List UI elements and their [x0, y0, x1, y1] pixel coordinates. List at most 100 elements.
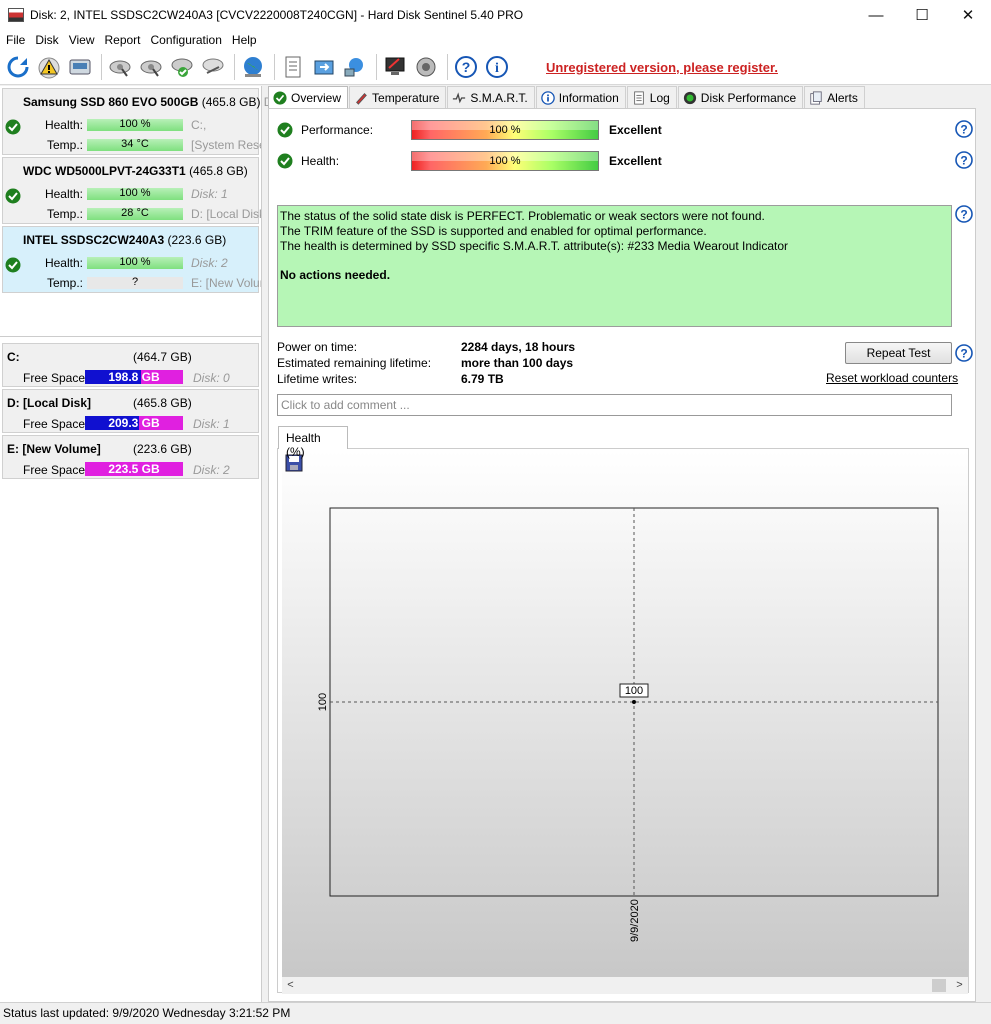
health-label: Health:	[44, 256, 83, 270]
health-bar: 100 %	[87, 187, 183, 200]
chart-tab-health[interactable]: Health (%)	[278, 426, 348, 459]
svg-text:?: ?	[462, 59, 471, 75]
performance-bar: 100 %	[411, 120, 599, 140]
svg-text:i: i	[495, 61, 499, 76]
tab-label: Disk Performance	[700, 90, 797, 105]
disk-name: INTEL SSDSC2CW240A3	[23, 233, 165, 247]
toolbar-separator	[274, 54, 275, 80]
tab-information[interactable]: Information	[535, 86, 626, 108]
about-icon[interactable]: i	[483, 53, 511, 81]
help-icon[interactable]: ?	[955, 120, 973, 138]
report-icon[interactable]	[279, 53, 307, 81]
reset-workload-link[interactable]: Reset workload counters	[826, 371, 958, 385]
disk-entry-2[interactable]: INTEL SSDSC2CW240A3 (223.6 GB) Health: 1…	[2, 226, 261, 293]
x-tick-label: 9/9/2020	[629, 899, 641, 942]
status-bar: Status last updated: 9/9/2020 Wednesday …	[0, 1002, 991, 1024]
send-report-icon[interactable]	[310, 53, 338, 81]
temp-bar: 34 °C	[87, 138, 183, 151]
disk-number: Disk: 2	[191, 256, 228, 270]
help-icon[interactable]: ?	[955, 344, 973, 362]
warning-disk-icon[interactable]	[35, 53, 63, 81]
tab-smart[interactable]: S.M.A.R.T.	[447, 86, 535, 108]
close-button[interactable]: ✕	[945, 0, 991, 30]
tab-label: S.M.A.R.T.	[470, 90, 528, 105]
help-icon[interactable]: ?	[955, 205, 973, 223]
health-label: Health:	[301, 154, 340, 168]
repeat-test-button[interactable]: Repeat Test	[845, 342, 952, 364]
tab-alerts[interactable]: Alerts	[804, 86, 865, 108]
tab-disk-performance[interactable]: Disk Performance	[677, 86, 804, 108]
maximize-button[interactable]: ☐	[899, 0, 945, 30]
surface-test-icon[interactable]	[137, 53, 165, 81]
performance-rating: Excellent	[609, 123, 662, 137]
window-edge	[978, 86, 991, 1024]
comment-input[interactable]: Click to add comment ...	[277, 394, 952, 416]
window-title: Disk: 2, INTEL SSDSC2CW240A3 [CVCV222000…	[30, 8, 524, 22]
power-on-label: Power on time:	[277, 340, 358, 354]
tab-bar: Overview Temperature S.M.A.R.T. Informat…	[268, 86, 866, 109]
tab-label: Log	[649, 90, 670, 105]
globe-icon[interactable]	[239, 53, 267, 81]
tab-temperature[interactable]: Temperature	[349, 86, 447, 108]
temp-bar: 28 °C	[87, 207, 183, 220]
disk-icon[interactable]	[66, 53, 94, 81]
toolbar-separator	[376, 54, 377, 80]
register-link[interactable]: Unregistered version, please register.	[546, 60, 778, 75]
help-icon[interactable]: ?	[452, 53, 480, 81]
volume-entry-d[interactable]: D: [Local Disk] (465.8 GB) Free Space 20…	[2, 389, 259, 433]
disk-size: (465.8 GB)	[189, 164, 248, 178]
tab-label: Information	[558, 90, 619, 105]
svg-text:?: ?	[960, 154, 967, 168]
volume-entry-e[interactable]: E: [New Volume] (223.6 GB) Free Space 22…	[2, 435, 259, 479]
menu-view[interactable]: View	[67, 33, 103, 47]
toolbar-separator	[234, 54, 235, 80]
scroll-left-icon[interactable]: <	[282, 977, 299, 994]
status-message-line: The status of the solid state disk is PE…	[280, 209, 765, 223]
menu-disk[interactable]: Disk	[33, 33, 66, 47]
performance-label: Performance:	[301, 123, 374, 137]
disk-name: WDC WD5000LPVT-24G33T1	[23, 164, 186, 178]
disk-entry-1[interactable]: WDC WD5000LPVT-24G33T1 (465.8 GB) Health…	[2, 157, 261, 224]
details-panel: Overview Temperature S.M.A.R.T. Informat…	[266, 86, 978, 1002]
free-space-bar: 198.8 GB	[85, 370, 183, 384]
check-icon	[5, 119, 21, 135]
scroll-right-icon[interactable]: >	[951, 977, 968, 994]
horizontal-scrollbar[interactable]: < >	[282, 977, 968, 994]
disk-tool-icon[interactable]	[199, 53, 227, 81]
power-on-value: 2284 days, 18 hours	[461, 340, 576, 354]
info-icon	[540, 90, 555, 105]
disk-check-icon[interactable]	[168, 53, 196, 81]
free-space-label: Free Space	[23, 371, 86, 385]
title-bar: Disk: 2, INTEL SSDSC2CW240A3 [CVCV222000…	[0, 0, 991, 30]
menu-report[interactable]: Report	[102, 33, 148, 47]
toolbar-separator	[101, 54, 102, 80]
performance-icon	[683, 91, 696, 104]
minimize-button[interactable]: —	[853, 0, 899, 30]
disk-number: Disk: 1	[191, 187, 228, 201]
data-point	[632, 700, 636, 704]
tab-overview[interactable]: Overview	[268, 86, 349, 109]
help-icon[interactable]: ?	[955, 151, 973, 169]
alerts-icon	[810, 90, 822, 105]
refresh-icon[interactable]	[4, 53, 32, 81]
log-icon	[633, 90, 644, 105]
sound-icon[interactable]	[412, 53, 440, 81]
volume-entry-c[interactable]: C: (464.7 GB) Free Space 198.8 GB Disk: …	[2, 343, 259, 387]
network-icon[interactable]	[341, 53, 369, 81]
menu-file[interactable]: File	[4, 33, 33, 47]
menu-configuration[interactable]: Configuration	[149, 33, 230, 47]
alert-monitor-icon[interactable]	[381, 53, 409, 81]
disk-test-icon[interactable]	[106, 53, 134, 81]
scroll-thumb[interactable]	[932, 979, 946, 992]
tab-log[interactable]: Log	[626, 86, 677, 108]
disk-drive-letter: C:,	[191, 118, 207, 132]
free-space-label: Free Space	[23, 417, 86, 431]
panel-divider	[0, 336, 261, 337]
menu-help[interactable]: Help	[230, 33, 265, 47]
temp-label: Temp.:	[46, 276, 83, 290]
status-message-line: The TRIM feature of the SSD is supported…	[280, 224, 707, 238]
disk-entry-0[interactable]: Samsung SSD 860 EVO 500GB (465.8 GB) Di …	[2, 88, 275, 155]
chart-marks: 100 9/9/2020 100	[317, 683, 649, 942]
health-chart: 100 9/9/2020 100 < >	[282, 451, 968, 994]
volume-size: (464.7 GB)	[133, 350, 192, 364]
